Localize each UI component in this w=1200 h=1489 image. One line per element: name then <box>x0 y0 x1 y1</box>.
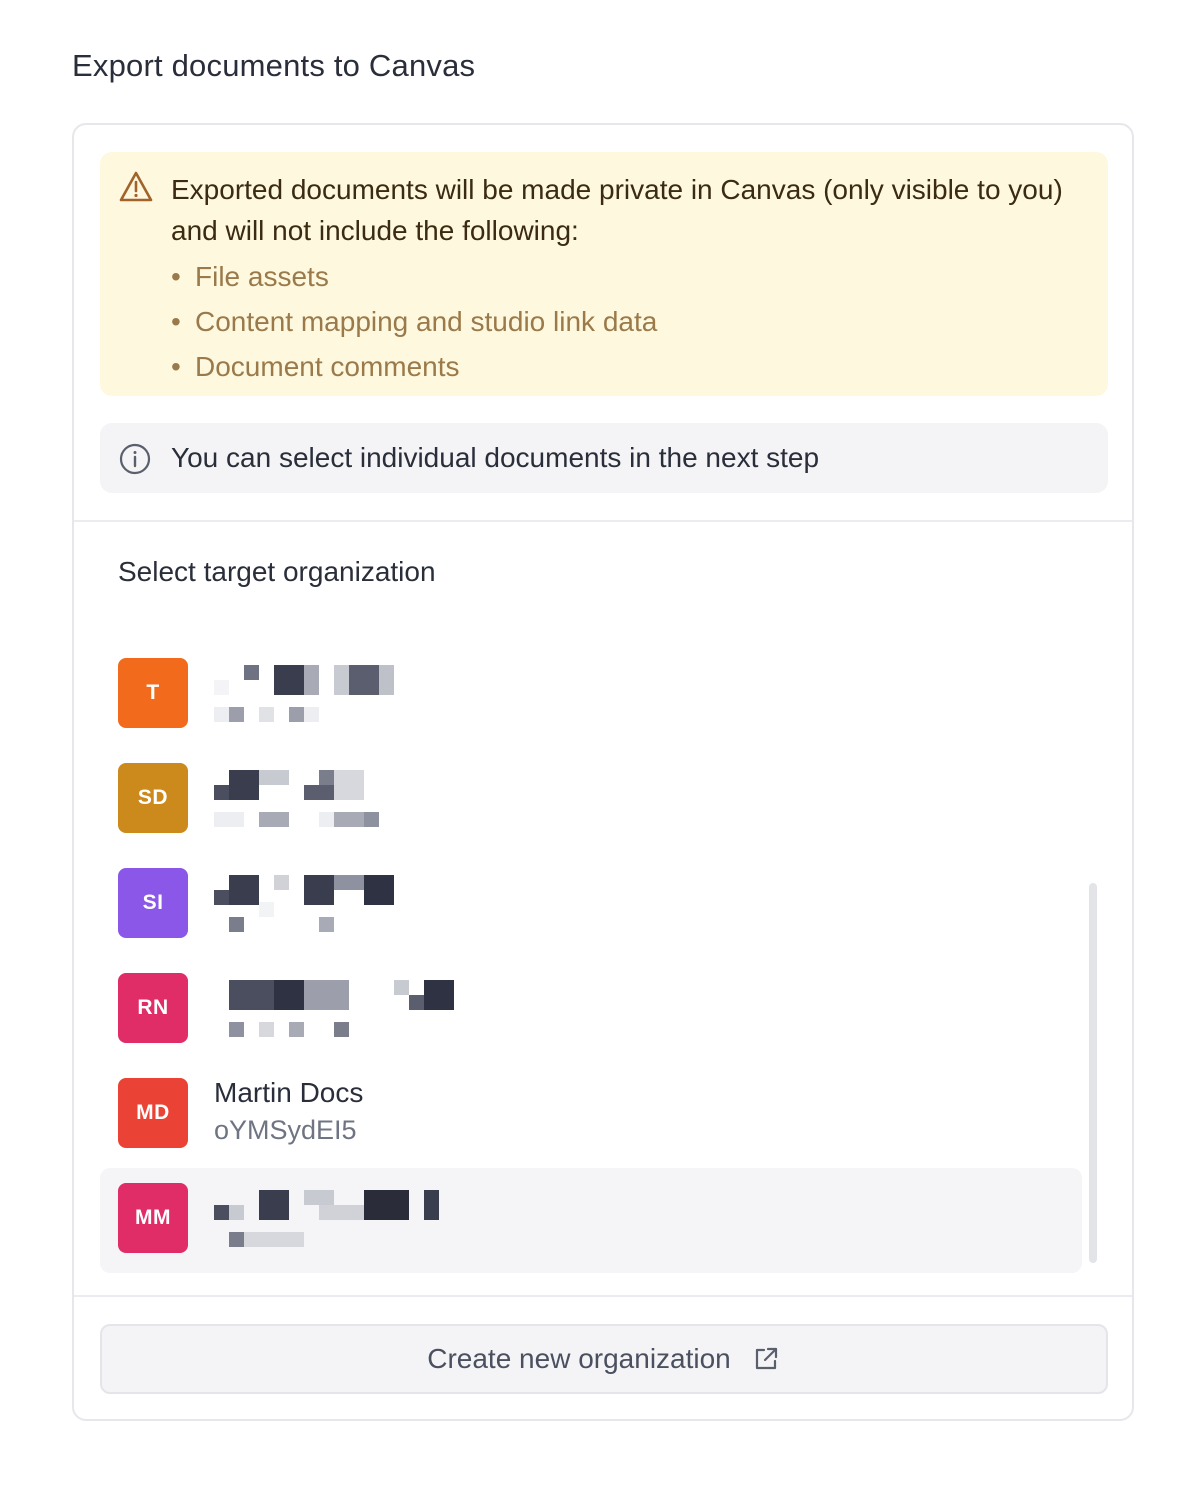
page-title: Export documents to Canvas <box>72 48 476 83</box>
organization-list[interactable]: T SD SI RN MD Martin Docs oYMSydEI5 MM <box>100 643 1082 1273</box>
warning-triangle-icon <box>119 171 153 202</box>
warning-message: Exported documents will be made private … <box>171 174 1063 246</box>
list-item: • Content mapping and studio link data <box>171 306 658 337</box>
warning-callout: Exported documents will be made private … <box>100 152 1108 396</box>
org-name: Martin Docs <box>214 1077 364 1108</box>
create-organization-label: Create new organization <box>427 1343 731 1374</box>
info-circle-icon <box>119 443 151 475</box>
org-id: oYMSydEI5 <box>214 1115 357 1145</box>
avatar: RN <box>118 973 188 1043</box>
organization-option[interactable]: SI <box>100 853 1082 958</box>
avatar: MM <box>118 1183 188 1253</box>
info-callout: You can select individual documents in t… <box>100 423 1108 493</box>
divider <box>74 520 1132 522</box>
avatar: SD <box>118 763 188 833</box>
organization-option[interactable]: MD Martin Docs oYMSydEI5 <box>100 1063 1082 1168</box>
section-label: Select target organization <box>118 556 436 587</box>
info-message: You can select individual documents in t… <box>171 442 820 473</box>
avatar: MD <box>118 1078 188 1148</box>
avatar: SI <box>118 868 188 938</box>
list-item: • Document comments <box>171 351 460 382</box>
organization-option[interactable]: SD <box>100 748 1082 853</box>
organization-option[interactable]: MM <box>100 1168 1082 1273</box>
organization-option[interactable]: T <box>100 643 1082 748</box>
avatar: T <box>118 658 188 728</box>
list-item: • File assets <box>171 261 329 292</box>
excluded-items-list: • File assets • Content mapping and studio… <box>171 254 657 389</box>
export-panel: Exported documents will be made private … <box>72 123 1134 1421</box>
organization-option[interactable]: RN <box>100 958 1082 1063</box>
external-link-icon <box>755 1347 777 1370</box>
divider <box>74 1295 1132 1297</box>
create-organization-button[interactable]: Create new organization <box>100 1324 1108 1394</box>
scrollbar[interactable] <box>1089 883 1097 1263</box>
